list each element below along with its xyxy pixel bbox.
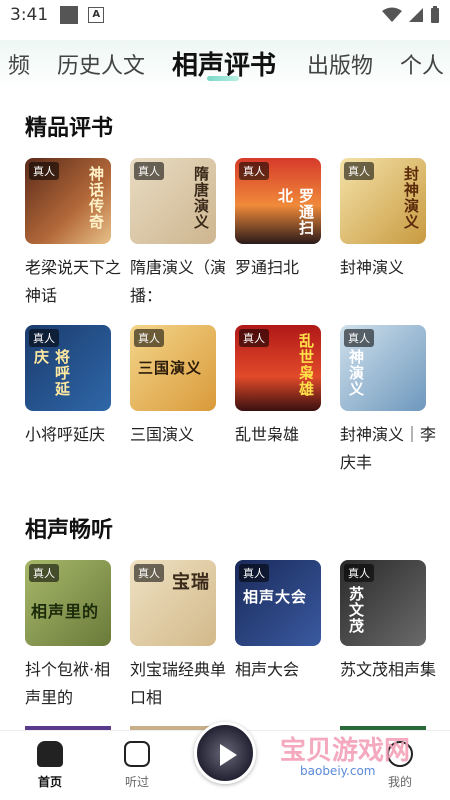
cover-title: 隋唐演义 (192, 166, 210, 230)
book-card[interactable]: 真人 罗通扫北 罗通扫北 (235, 158, 321, 282)
real-person-badge: 真人 (134, 564, 164, 582)
cover-title: 宝瑞 (172, 572, 210, 593)
tab-publications[interactable]: 出版物 (307, 48, 373, 80)
nav-history[interactable]: 听过 (107, 741, 167, 790)
book-cover: 真人 乱世枭雄 (235, 325, 321, 411)
tab-personal[interactable]: 个人 (400, 48, 444, 80)
real-person-badge: 真人 (344, 564, 374, 582)
book-title: 封神演义｜李庆丰 (340, 425, 437, 472)
section-title-storytelling: 精品评书 (25, 116, 114, 141)
real-person-badge: 真人 (29, 564, 59, 582)
book-title: 小将呼延庆 (25, 425, 106, 444)
cover-title: 神演义 (347, 349, 365, 397)
watermark-url: baobeiy.com (300, 764, 376, 778)
battery-icon (431, 6, 439, 23)
app-notification-icon: A (88, 7, 105, 23)
book-title: 抖个包袱·相声里的 (25, 660, 111, 707)
book-card[interactable]: 真人 宝瑞 刘宝瑞经典单口相 (130, 560, 226, 712)
book-cover: 真人 宝瑞 (130, 560, 216, 646)
home-icon (37, 741, 63, 767)
book-card[interactable]: 真人 乱世枭雄 乱世枭雄 (235, 325, 321, 449)
real-person-badge: 真人 (29, 329, 59, 347)
cover-title: 相声里的 (31, 602, 100, 621)
cover-title: 封神演义 (402, 166, 420, 230)
book-title: 苏文茂相声集 (340, 660, 437, 679)
real-person-badge: 真人 (344, 162, 374, 180)
book-card[interactable]: 真人苏文茂 苏文茂相声集 (340, 560, 436, 684)
nav-home[interactable]: 首页 (20, 741, 80, 790)
real-person-badge: 真人 (239, 329, 269, 347)
signal-icon (409, 8, 423, 22)
book-card[interactable]: 真人三国演义 三国演义 (130, 325, 216, 449)
history-icon (124, 741, 150, 767)
cover-title: 罗通扫北 (276, 188, 315, 236)
book-cover: 真人三国演义 (130, 325, 216, 411)
real-person-badge: 真人 (134, 329, 164, 347)
real-person-badge: 真人 (239, 564, 269, 582)
book-cover: 真人相声大会 (235, 560, 321, 646)
book-card[interactable]: 真人神演义 封神演义｜李庆丰 (340, 325, 436, 477)
book-title: 罗通扫北 (235, 258, 300, 277)
real-person-badge: 真人 (239, 162, 269, 180)
notification-icon (60, 6, 79, 24)
real-person-badge: 真人 (29, 162, 59, 180)
book-cover: 真人 苏文茂 (340, 560, 426, 646)
book-card[interactable]: 真人相声大会 相声大会 (235, 560, 321, 684)
book-cover: 真人 隋唐演义 (130, 158, 216, 244)
tab-history[interactable]: 历史人文 (57, 48, 145, 80)
book-title: 刘宝瑞经典单口相 (130, 660, 227, 707)
book-title: 相声大会 (235, 660, 300, 679)
book-cover: 真人 将呼延庆 (25, 325, 111, 411)
book-card[interactable]: 真人将呼延庆 小将呼延庆 (25, 325, 111, 449)
clock: 3:41 (10, 5, 49, 25)
nav-history-label: 听过 (124, 775, 149, 789)
book-cover: 真人 相声里的 (25, 560, 111, 646)
now-playing-button[interactable] (194, 722, 256, 784)
book-title: 乱世枭雄 (235, 425, 300, 444)
cover-title: 相声大会 (243, 588, 308, 606)
section-title-crosstalk: 相声畅听 (25, 518, 114, 543)
cover-title: 将呼延庆 (32, 349, 71, 397)
book-title: 封神演义 (340, 258, 405, 277)
book-card[interactable]: 真人 神话传奇 老梁说天下之神话 (25, 158, 121, 310)
nav-home-label: 首页 (37, 775, 62, 789)
active-tab-indicator (207, 76, 239, 81)
book-card[interactable]: 真人 隋唐演义 隋唐演义（演播： (130, 158, 226, 310)
real-person-badge: 真人 (134, 162, 164, 180)
book-card[interactable]: 真人 封神演义 封神演义 (340, 158, 426, 282)
category-tabs: 频 历史人文 相声评书 出版物 个人 (0, 40, 450, 90)
book-title: 隋唐演义（演播： (130, 258, 227, 305)
book-title: 三国演义 (130, 425, 195, 444)
play-icon (220, 744, 237, 766)
wifi-icon (382, 7, 402, 22)
tab-pin[interactable]: 频 (8, 48, 30, 80)
real-person-badge: 真人 (344, 329, 374, 347)
book-cover: 真人 封神演义 (340, 158, 426, 244)
cover-title: 神话传奇 (87, 166, 105, 230)
book-title: 老梁说天下之神话 (25, 258, 122, 305)
book-cover: 真人 罗通扫北 (235, 158, 321, 244)
cover-title: 乱世枭雄 (297, 333, 315, 397)
nav-mine-label: 我的 (387, 775, 412, 789)
book-card[interactable]: 真人相声里的 抖个包袱·相声里的 (25, 560, 111, 712)
cover-title: 苏文茂 (347, 586, 365, 634)
book-cover: 真人 神演义 (340, 325, 426, 411)
cover-title: 三国演义 (138, 359, 203, 377)
status-bar: 3:41 A (0, 0, 450, 30)
watermark-text: 宝贝游戏网 (280, 736, 411, 766)
book-cover: 真人 神话传奇 (25, 158, 111, 244)
